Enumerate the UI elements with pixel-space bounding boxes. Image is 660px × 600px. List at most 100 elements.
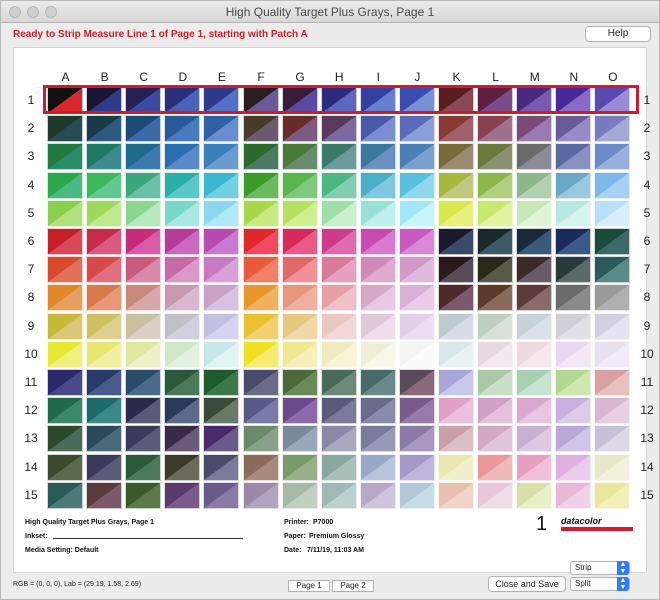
color-patch[interactable] [203, 340, 240, 368]
color-patch[interactable] [281, 425, 318, 453]
color-patch[interactable] [164, 143, 201, 171]
color-patch[interactable] [516, 340, 553, 368]
color-patch[interactable] [86, 284, 123, 312]
color-patch[interactable] [398, 453, 435, 481]
color-patch[interactable] [438, 369, 474, 396]
color-patch[interactable] [438, 115, 474, 143]
color-patch[interactable] [438, 143, 474, 171]
color-patch[interactable] [320, 312, 357, 340]
color-patch[interactable] [47, 171, 83, 199]
color-patch[interactable] [281, 115, 318, 143]
color-patch[interactable] [86, 143, 123, 171]
color-patch[interactable] [86, 340, 123, 368]
color-patch[interactable] [47, 284, 83, 312]
color-patch[interactable] [86, 199, 123, 227]
color-patch[interactable] [594, 312, 631, 340]
color-patch[interactable] [594, 369, 631, 396]
color-patch[interactable] [516, 369, 553, 396]
color-patch[interactable] [359, 369, 396, 396]
color-patch[interactable] [320, 369, 357, 396]
color-patch[interactable] [359, 143, 396, 171]
color-patch[interactable] [320, 340, 357, 368]
color-patch[interactable] [594, 115, 631, 143]
color-patch[interactable] [281, 312, 318, 340]
color-patch[interactable] [516, 425, 553, 453]
color-patch[interactable] [438, 453, 474, 481]
color-patch[interactable] [555, 199, 592, 227]
color-patch[interactable] [164, 284, 201, 312]
color-patch[interactable] [203, 228, 240, 255]
color-patch[interactable] [477, 87, 514, 114]
color-patch[interactable] [555, 115, 592, 143]
color-patch[interactable] [203, 256, 240, 284]
color-patch[interactable] [516, 453, 553, 481]
color-patch[interactable] [438, 481, 474, 509]
page-2-tab[interactable]: Page 2 [332, 580, 374, 592]
color-patch[interactable] [125, 453, 162, 481]
color-patch[interactable] [438, 228, 474, 255]
color-patch[interactable] [438, 340, 474, 368]
color-patch[interactable] [125, 312, 162, 340]
color-patch[interactable] [594, 284, 631, 312]
color-patch[interactable] [477, 284, 514, 312]
color-patch[interactable] [477, 115, 514, 143]
color-patch[interactable] [398, 228, 435, 255]
color-patch[interactable] [203, 284, 240, 312]
color-patch[interactable] [47, 143, 83, 171]
color-patch[interactable] [242, 228, 279, 255]
color-patch[interactable] [438, 397, 474, 425]
color-patch[interactable] [242, 340, 279, 368]
help-button[interactable]: Help [585, 26, 651, 42]
color-patch[interactable] [398, 143, 435, 171]
color-patch[interactable] [320, 143, 357, 171]
color-patch[interactable] [516, 199, 553, 227]
color-patch[interactable] [359, 87, 396, 114]
color-patch[interactable] [281, 340, 318, 368]
color-patch[interactable] [125, 115, 162, 143]
color-patch[interactable] [203, 369, 240, 396]
color-patch[interactable] [164, 312, 201, 340]
color-patch[interactable] [86, 397, 123, 425]
color-patch[interactable] [203, 143, 240, 171]
color-patch[interactable] [47, 256, 83, 284]
color-patch[interactable] [359, 199, 396, 227]
color-patch[interactable] [477, 171, 514, 199]
color-patch[interactable] [516, 228, 553, 255]
color-patch[interactable] [164, 453, 201, 481]
color-patch[interactable] [86, 256, 123, 284]
color-patch[interactable] [516, 397, 553, 425]
color-patch[interactable] [125, 397, 162, 425]
color-patch[interactable] [47, 340, 83, 368]
color-patch[interactable] [594, 143, 631, 171]
color-patch[interactable] [125, 228, 162, 255]
color-patch[interactable] [47, 199, 83, 227]
page-1-tab[interactable]: Page 1 [288, 580, 330, 592]
color-patch[interactable] [281, 143, 318, 171]
color-patch[interactable] [555, 481, 592, 509]
color-patch[interactable] [398, 425, 435, 453]
color-patch[interactable] [86, 171, 123, 199]
color-patch[interactable] [555, 453, 592, 481]
color-patch[interactable] [125, 87, 162, 114]
color-patch[interactable] [242, 256, 279, 284]
color-patch[interactable] [125, 143, 162, 171]
color-patch[interactable] [359, 340, 396, 368]
color-patch[interactable] [594, 256, 631, 284]
color-patch[interactable] [594, 199, 631, 227]
color-patch[interactable] [398, 199, 435, 227]
color-patch[interactable] [555, 369, 592, 396]
view-mode-select[interactable]: Split ▲ ▼ [570, 577, 630, 591]
color-patch[interactable] [242, 425, 279, 453]
color-patch[interactable] [477, 199, 514, 227]
color-patch[interactable] [203, 453, 240, 481]
color-patch[interactable] [477, 453, 514, 481]
color-patch[interactable] [47, 228, 83, 255]
color-patch[interactable] [438, 425, 474, 453]
color-patch[interactable] [398, 312, 435, 340]
color-patch[interactable] [203, 171, 240, 199]
color-patch[interactable] [281, 284, 318, 312]
color-patch[interactable] [438, 256, 474, 284]
color-patch[interactable] [242, 312, 279, 340]
color-patch[interactable] [281, 199, 318, 227]
color-patch[interactable] [164, 481, 201, 509]
